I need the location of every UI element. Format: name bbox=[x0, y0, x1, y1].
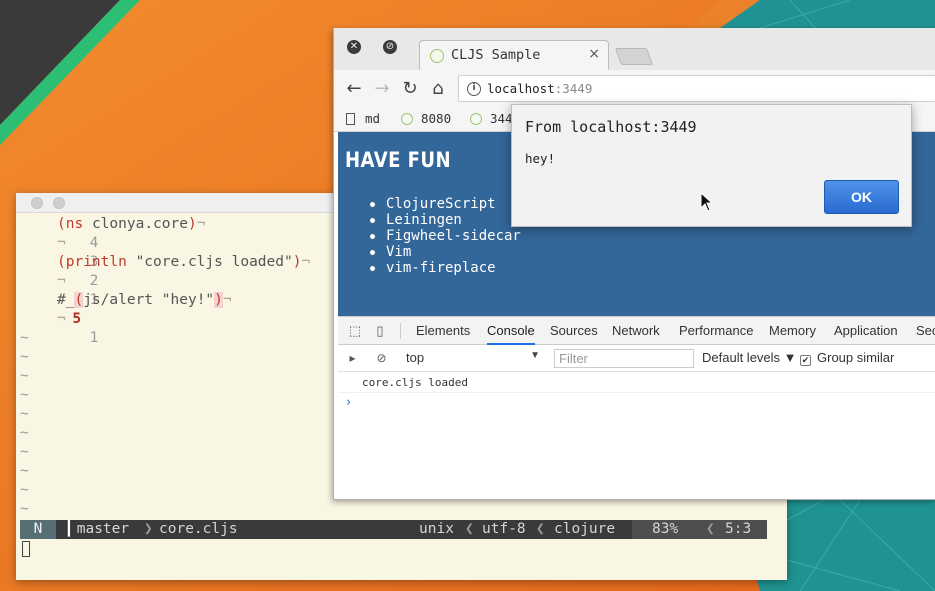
tab-cljs-sample[interactable]: CLJS Sample × bbox=[419, 40, 609, 70]
tab-strip: ✕ ⊘ CLJS Sample × bbox=[334, 28, 935, 70]
list-item: ClojureScript bbox=[368, 196, 521, 212]
console-prompt[interactable]: › bbox=[346, 395, 351, 410]
mouse-pointer-icon bbox=[700, 192, 714, 212]
tab-close-icon[interactable]: × bbox=[588, 46, 600, 62]
console-message: core.cljs loaded bbox=[338, 373, 935, 393]
text-cursor bbox=[22, 541, 30, 557]
back-arrow-icon[interactable]: ← bbox=[342, 77, 366, 101]
alert-message: hey! bbox=[525, 151, 556, 166]
list-item: Leiningen bbox=[368, 212, 521, 228]
tab-elements[interactable]: Elements bbox=[416, 317, 470, 345]
tech-list: ClojureScript Leiningen Figwheel-sidecar… bbox=[368, 196, 521, 276]
cljs-favicon-icon bbox=[401, 113, 413, 125]
dropdown-arrow-icon: ▼ bbox=[530, 350, 540, 361]
log-levels-dropdown[interactable]: Default levels ▼ bbox=[702, 350, 797, 365]
tab-title: CLJS Sample bbox=[451, 47, 541, 63]
reload-icon[interactable]: ↻ bbox=[398, 77, 422, 101]
info-icon[interactable]: i bbox=[467, 82, 481, 96]
cljs-favicon-icon bbox=[430, 49, 444, 63]
checkbox-checked-icon[interactable]: ✔ bbox=[800, 355, 811, 366]
new-tab-button[interactable] bbox=[614, 48, 654, 65]
window-minimize-button[interactable]: ⊘ bbox=[383, 40, 397, 54]
devtools-tab-bar: ⬚ ▯ Elements Console Sources Network Per… bbox=[338, 317, 935, 345]
cljs-favicon-icon bbox=[470, 113, 482, 125]
file-format: unix bbox=[419, 521, 454, 537]
clear-console-icon[interactable]: ⊘ bbox=[374, 351, 389, 366]
page-heading: HAVE FUN bbox=[345, 148, 452, 172]
vim-command-line[interactable] bbox=[20, 539, 767, 559]
vim-statusline: N ▎master ❯ core.cljs unix ❮ utf-8 ❮ clo… bbox=[20, 520, 767, 539]
url-text[interactable]: localhost:3449 bbox=[487, 81, 592, 96]
tab-performance[interactable]: Performance bbox=[679, 317, 753, 345]
tab-memory[interactable]: Memory bbox=[769, 317, 816, 345]
empty-line-tilde: ~ bbox=[20, 501, 29, 517]
devtools-panel: ⬚ ▯ Elements Console Sources Network Per… bbox=[338, 316, 935, 499]
vim-minimize-button[interactable] bbox=[53, 197, 65, 209]
device-toolbar-icon[interactable]: ▯ bbox=[372, 323, 388, 339]
address-bar[interactable]: i localhost:3449 bbox=[458, 75, 935, 102]
tab-sources[interactable]: Sources bbox=[550, 317, 598, 345]
inspect-element-icon[interactable]: ⬚ bbox=[347, 323, 363, 339]
tab-console[interactable]: Console bbox=[487, 317, 535, 345]
tab-application[interactable]: Application bbox=[834, 317, 898, 345]
cursor-position: 5:3 bbox=[725, 521, 752, 537]
git-branch: ▎master bbox=[68, 521, 130, 537]
document-icon bbox=[346, 113, 355, 125]
tab-network[interactable]: Network bbox=[612, 317, 660, 345]
group-similar-checkbox[interactable]: ✔ Group similar bbox=[800, 350, 894, 366]
bookmark-3449[interactable]: 344 bbox=[470, 111, 513, 126]
list-item: vim-fireplace bbox=[368, 260, 521, 276]
window-close-button[interactable]: ✕ bbox=[347, 40, 361, 54]
show-sidebar-icon[interactable]: ▸ bbox=[345, 351, 360, 366]
bookmark-md[interactable]: md bbox=[346, 111, 380, 126]
list-item: Figwheel-sidecar bbox=[368, 228, 521, 244]
mode-indicator: N bbox=[20, 520, 56, 539]
vim-close-button[interactable] bbox=[31, 197, 43, 209]
file-encoding: utf-8 bbox=[482, 521, 526, 537]
home-icon[interactable]: ⌂ bbox=[426, 77, 450, 101]
console-toolbar: ▸ ⊘ top ▼ Default levels ▼ ✔Group simila… bbox=[338, 345, 935, 372]
context-selector[interactable]: top ▼ bbox=[406, 350, 542, 368]
browser-toolbar: ← → ↻ ⌂ i localhost:3449 bbox=[334, 70, 935, 107]
file-type: clojure bbox=[554, 521, 616, 537]
browser-window[interactable]: ✕ ⊘ CLJS Sample × ← → ↻ ⌂ i localhost:34… bbox=[333, 28, 935, 500]
tab-security[interactable]: Sec bbox=[916, 317, 935, 345]
filter-input[interactable] bbox=[554, 349, 694, 368]
forward-arrow-icon[interactable]: → bbox=[370, 77, 394, 101]
ok-button[interactable]: OK bbox=[824, 180, 899, 214]
file-name: core.cljs bbox=[159, 521, 238, 537]
scroll-percent: 83% bbox=[652, 521, 679, 537]
alert-title: From localhost:3449 bbox=[525, 118, 697, 136]
list-item: Vim bbox=[368, 244, 521, 260]
bookmark-8080[interactable]: 8080 bbox=[401, 111, 451, 126]
